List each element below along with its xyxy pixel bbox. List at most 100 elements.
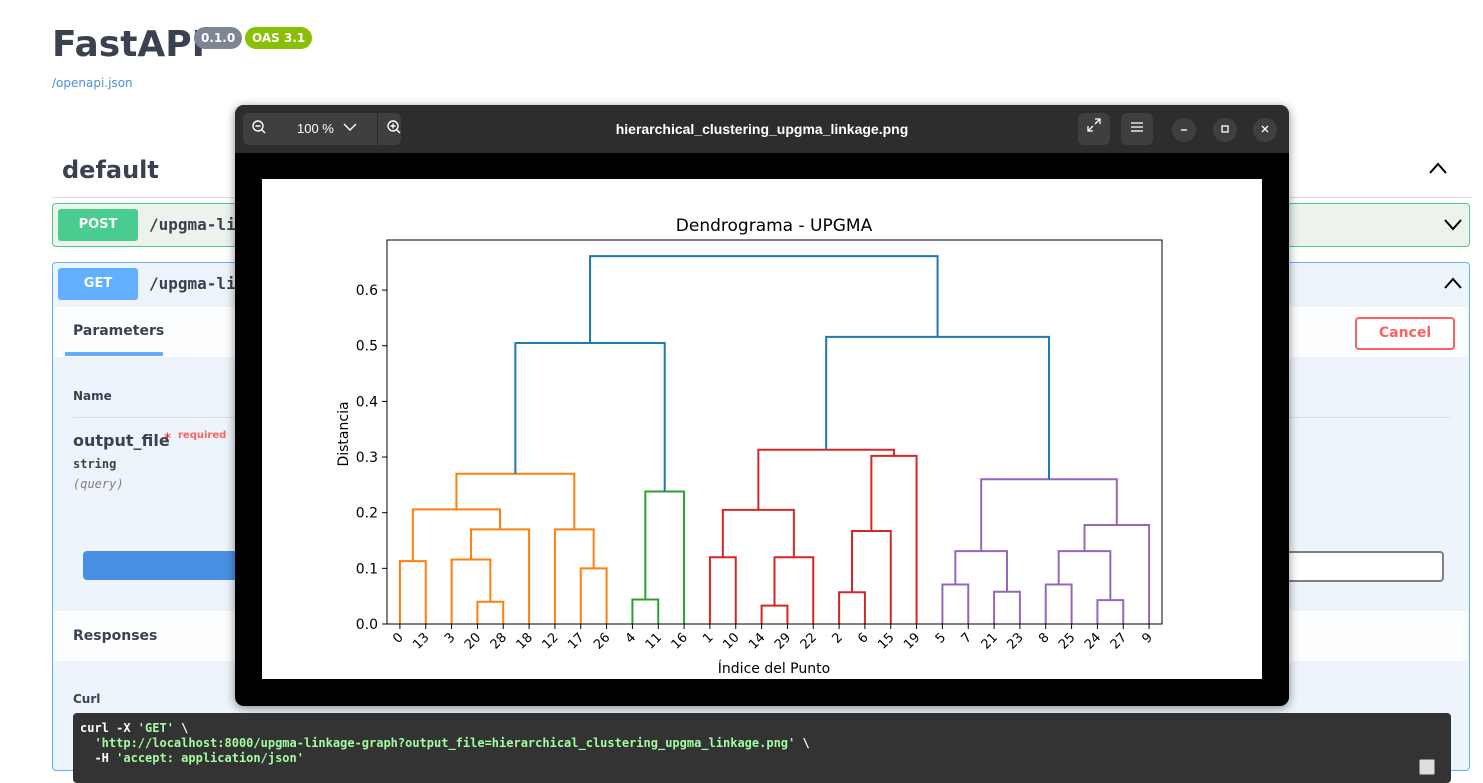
required-star: * bbox=[164, 431, 171, 447]
dendrogram-link bbox=[708, 556, 737, 624]
dendrogram-link bbox=[954, 550, 1008, 592]
param-type: string bbox=[73, 457, 117, 471]
minimize-icon bbox=[1181, 129, 1187, 131]
responses-title: Responses bbox=[73, 628, 158, 644]
x-tick-label: 3 bbox=[442, 630, 458, 646]
dendrogram-link bbox=[450, 558, 492, 624]
x-tick-label: 25 bbox=[1056, 630, 1078, 652]
dendrogram-link bbox=[760, 604, 789, 624]
param-name: output_file bbox=[73, 431, 170, 450]
y-tick-label: 0.2 bbox=[356, 506, 378, 522]
dendrogram-link bbox=[579, 567, 608, 624]
x-tick-label: 24 bbox=[1082, 630, 1104, 652]
x-tick-label: 13 bbox=[410, 630, 432, 652]
dendrogram-link bbox=[1083, 523, 1151, 624]
x-tick-label: 9 bbox=[1139, 630, 1155, 646]
dendrogram-link bbox=[589, 255, 939, 343]
dendrogram-link bbox=[1096, 599, 1125, 624]
x-tick-label: 16 bbox=[669, 630, 691, 652]
get-path[interactable]: /upgma-li bbox=[149, 274, 236, 293]
maximize-button[interactable] bbox=[1213, 118, 1237, 142]
dendrogram-link bbox=[980, 478, 1118, 552]
curl-code-block[interactable]: curl -X 'GET' \ 'http://localhost:8000/u… bbox=[73, 713, 1451, 783]
dendrogram-link bbox=[644, 490, 686, 624]
name-column-header: Name bbox=[73, 389, 112, 403]
dendrogram-link bbox=[773, 556, 815, 624]
tab-active-indicator bbox=[65, 352, 163, 356]
maximize-icon bbox=[1221, 125, 1229, 133]
dendrogram-link bbox=[469, 528, 531, 624]
minimize-button[interactable] bbox=[1172, 118, 1196, 142]
close-button[interactable] bbox=[1253, 118, 1277, 142]
y-tick-label: 0.6 bbox=[356, 283, 378, 299]
dendrogram-link bbox=[870, 454, 918, 624]
chevron-up-icon[interactable] bbox=[1428, 156, 1448, 180]
copy-icon[interactable] bbox=[1419, 759, 1435, 775]
chevron-down-icon[interactable] bbox=[1443, 216, 1463, 235]
x-tick-label: 4 bbox=[623, 630, 639, 646]
zoom-dropdown-chevron-icon[interactable] bbox=[343, 113, 357, 143]
x-tick-label: 12 bbox=[539, 630, 561, 652]
execute-button[interactable] bbox=[83, 551, 243, 580]
y-tick-label: 0.3 bbox=[356, 450, 378, 466]
fullscreen-icon bbox=[1087, 118, 1101, 132]
x-tick-label: 19 bbox=[901, 630, 923, 652]
x-tick-label: 27 bbox=[1108, 630, 1130, 652]
openapi-json-link[interactable]: /openapi.json bbox=[52, 76, 133, 90]
x-tick-label: 7 bbox=[959, 630, 975, 646]
tab-parameters[interactable]: Parameters bbox=[73, 323, 164, 339]
zoom-out-icon bbox=[252, 120, 266, 134]
fullscreen-button[interactable] bbox=[1078, 113, 1110, 145]
image-canvas: Dendrograma - UPGMA Índice del Punto Dis… bbox=[262, 179, 1262, 679]
x-tick-label: 8 bbox=[1036, 630, 1052, 646]
x-tick-label: 18 bbox=[514, 630, 536, 652]
zoom-in-button[interactable] bbox=[377, 113, 410, 145]
x-tick-label: 23 bbox=[1004, 630, 1026, 652]
x-tick-label: 20 bbox=[462, 630, 484, 652]
version-badge: 0.1.0 bbox=[194, 27, 243, 49]
chevron-up-icon[interactable] bbox=[1443, 275, 1463, 294]
dendrogram-link bbox=[455, 472, 576, 530]
menu-button[interactable] bbox=[1121, 113, 1153, 145]
image-viewer-window: hierarchical_clustering_upgma_linkage.pn… bbox=[235, 105, 1289, 706]
x-tick-label: 2 bbox=[829, 630, 845, 646]
x-tick-label: 22 bbox=[798, 630, 820, 652]
dendrogram-link bbox=[721, 508, 795, 558]
dendrogram-link bbox=[476, 600, 505, 624]
curl-label: Curl bbox=[73, 692, 101, 706]
dendrogram-link bbox=[631, 598, 660, 624]
dendrogram-link bbox=[825, 335, 1050, 480]
dendrogram-link bbox=[1044, 583, 1073, 624]
x-tick-label: 14 bbox=[746, 630, 768, 652]
cancel-button[interactable]: Cancel bbox=[1355, 317, 1455, 350]
close-icon bbox=[1261, 125, 1269, 133]
dendrogram-chart: Dendrograma - UPGMA Índice del Punto Dis… bbox=[336, 216, 1163, 677]
x-tick-label: 26 bbox=[591, 630, 613, 652]
x-tick-label: 11 bbox=[643, 630, 665, 652]
dendrogram-link bbox=[993, 590, 1021, 624]
param-location: (query) bbox=[73, 477, 124, 491]
x-tick-label: 21 bbox=[979, 630, 1001, 652]
dendrogram-link bbox=[851, 530, 892, 624]
x-tick-label: 15 bbox=[875, 630, 897, 652]
dendrogram-link bbox=[398, 560, 427, 624]
section-title[interactable]: default bbox=[62, 156, 159, 184]
dendrogram-link bbox=[941, 583, 970, 624]
dendrogram-link bbox=[757, 448, 895, 510]
y-tick-label: 0.4 bbox=[356, 394, 378, 410]
dendrogram-link bbox=[553, 528, 595, 624]
required-label: required bbox=[178, 430, 227, 441]
post-method-badge: POST bbox=[58, 209, 138, 241]
x-tick-label: 5 bbox=[933, 630, 949, 646]
post-path: /upgma-li bbox=[149, 215, 236, 234]
viewer-titlebar: hierarchical_clustering_upgma_linkage.pn… bbox=[235, 105, 1289, 153]
y-tick-label: 0.0 bbox=[356, 617, 378, 633]
zoom-level[interactable]: 100 % bbox=[297, 113, 334, 145]
y-tick-label: 0.5 bbox=[356, 339, 378, 355]
x-tick-label: 29 bbox=[772, 630, 794, 652]
zoom-out-button[interactable] bbox=[243, 113, 275, 145]
x-tick-label: 6 bbox=[855, 630, 871, 646]
x-tick-label: 17 bbox=[565, 630, 587, 652]
dendrogram-link bbox=[1057, 550, 1112, 601]
zoom-in-icon bbox=[387, 120, 401, 134]
